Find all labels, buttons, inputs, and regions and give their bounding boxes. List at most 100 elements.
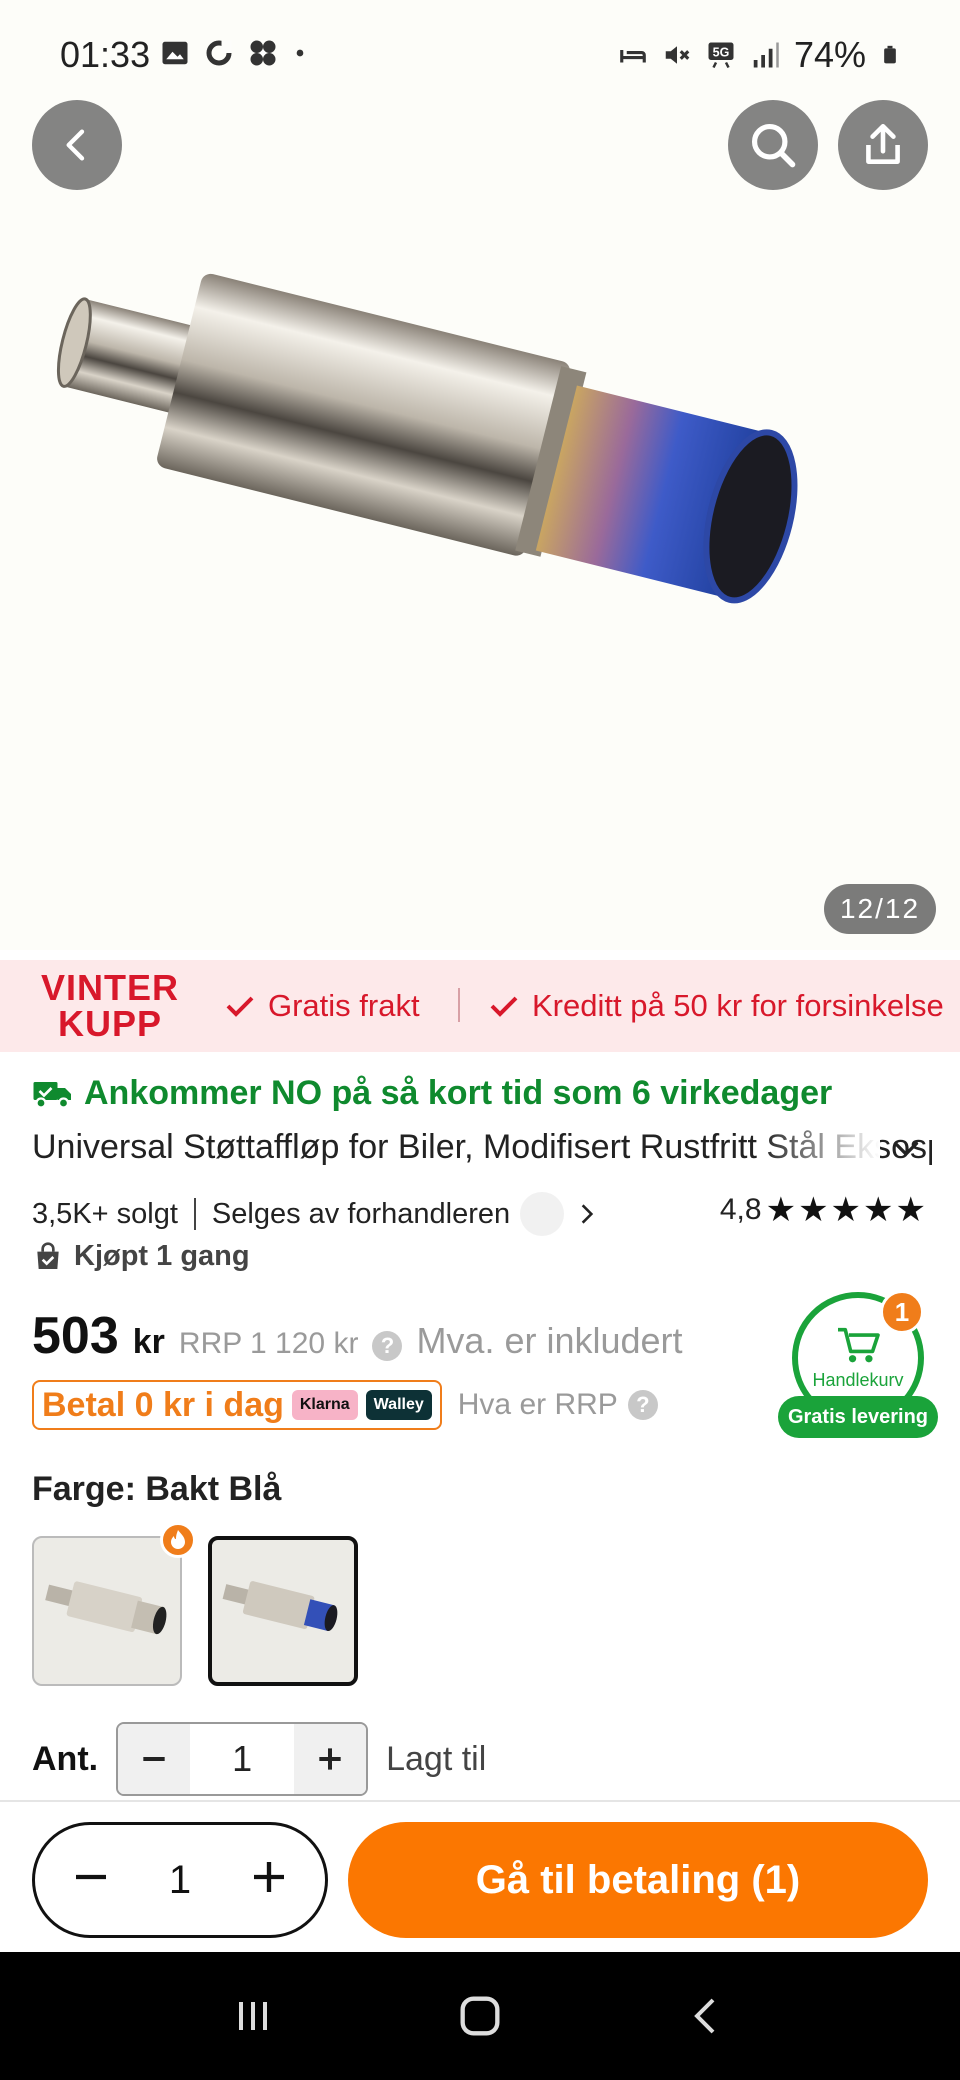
search-button[interactable] [728, 100, 818, 190]
chevron-right-icon [581, 1204, 594, 1224]
back-button[interactable] [32, 100, 122, 190]
quantity-row: Ant. 1 Lagt til [32, 1722, 486, 1796]
fire-icon [160, 1522, 196, 1558]
pay-today-text: Betal 0 kr i dag [42, 1385, 284, 1424]
image-counter: 12/12 [824, 884, 936, 934]
recents-icon [238, 2002, 267, 2030]
price-row: 503 kr RRP 1 120 kr ? Mva. er inkludert [32, 1306, 683, 1366]
status-icons-right: 5G 74% [618, 34, 900, 76]
quantity-label: Ant. [32, 1739, 99, 1778]
product-image [56, 273, 798, 604]
seller-label: Selges av forhandleren [211, 1197, 511, 1230]
5g-icon: 5G [708, 42, 734, 69]
status-time: 01:33 [60, 34, 151, 75]
vat-note: Mva. er inkludert [416, 1320, 683, 1361]
swatch-image [222, 1581, 338, 1632]
minus-icon [143, 1757, 165, 1761]
back-arrow-icon [694, 1998, 715, 2034]
quantity-value[interactable]: 1 [190, 1738, 294, 1780]
rating-value: 4,8 [719, 1193, 762, 1226]
shopping-bag-icon [37, 1241, 59, 1269]
home-icon [460, 1996, 500, 2036]
klarna-logo: Klarna [291, 1390, 358, 1420]
minus-icon [76, 1874, 106, 1880]
checkmark-icon [490, 996, 518, 1017]
meta-divider [193, 1198, 196, 1230]
rrp-help-text: Hva er RRP [457, 1388, 618, 1421]
pay-later-badge[interactable]: Betal 0 kr i dag Klarna Walley [32, 1380, 442, 1430]
plus-icon [254, 1862, 284, 1892]
free-delivery-badge: Gratis levering [778, 1396, 938, 1438]
promo-credit-label: Kreditt på 50 kr for forsinkelse [532, 988, 944, 1023]
swatch-image [45, 1581, 167, 1635]
dot-icon [296, 49, 304, 57]
sync-icon [206, 40, 232, 66]
color-swatch-baked-blue[interactable] [208, 1536, 358, 1686]
title-fade [760, 1128, 880, 1174]
delivery-text: Ankommer NO på så kort tid som 6 virkeda… [84, 1074, 833, 1112]
price-currency: kr [132, 1323, 165, 1361]
checkout-button[interactable]: Gå til betaling (1) [348, 1822, 928, 1938]
mute-icon [665, 46, 690, 64]
sold-count: 3,5K+ solgt [32, 1197, 178, 1230]
chevron-down-icon [893, 1141, 919, 1157]
color-swatch-silver[interactable] [32, 1536, 182, 1686]
status-bar: 01:33 5G 74% [0, 0, 960, 100]
promo-free-shipping-label: Gratis frakt [268, 988, 420, 1023]
cart-quantity-stepper[interactable]: 1 [32, 1822, 328, 1938]
battery-icon [884, 45, 896, 64]
cart-decrease-button[interactable] [71, 1854, 111, 1906]
rating[interactable]: 4,8 ★★★★★ [720, 1190, 928, 1230]
price-value: 503 [32, 1307, 119, 1365]
search-icon [751, 123, 796, 168]
image-icon [162, 41, 188, 65]
promo-banner[interactable]: VINTER KUPP Gratis frakt Kreditt på 50 k… [0, 960, 960, 1052]
signal-icon [753, 42, 779, 68]
cart-count-badge: 1 [880, 1290, 924, 1334]
increase-button[interactable] [294, 1724, 367, 1794]
checkmark-icon [226, 996, 254, 1017]
logo-line-1: VINTER [40, 967, 179, 1008]
svg-text:5G: 5G [713, 45, 730, 59]
question-icon: ? [627, 1390, 658, 1420]
seller-link[interactable]: Selges av forhandleren [212, 1192, 600, 1236]
system-nav-bar [0, 1952, 960, 2080]
rrp-info-icon[interactable]: ? [372, 1331, 403, 1361]
share-button[interactable] [838, 100, 928, 190]
plus-icon [319, 1748, 341, 1770]
cart-increase-button[interactable] [249, 1854, 289, 1906]
promo-credit: Kreditt på 50 kr for forsinkelse [488, 988, 944, 1024]
cart-label: Handlekurv [812, 1369, 904, 1390]
share-icon [866, 123, 900, 164]
cart-icon [838, 1327, 880, 1362]
chevron-left-icon [66, 129, 85, 161]
vinter-kupp-logo: VINTER KUPP [30, 970, 190, 1042]
star-rating-icon: ★★★★★ [765, 1191, 928, 1229]
color-label: Farge: Bakt Blå [32, 1470, 282, 1508]
promo-divider [458, 988, 460, 1022]
pay-row: Betal 0 kr i dag Klarna Walley Hva er RR… [32, 1380, 658, 1430]
cart-widget[interactable]: Handlekurv 1 Gratis levering [778, 1290, 938, 1438]
expand-title-button[interactable] [888, 1130, 924, 1171]
logo-line-2: KUPP [57, 1003, 163, 1044]
added-status: Lagt til [386, 1739, 487, 1778]
home-button[interactable] [454, 1990, 506, 2042]
walley-logo: Walley [365, 1390, 432, 1420]
bought-text: Kjøpt 1 gang [74, 1240, 250, 1272]
promo-free-shipping: Gratis frakt [224, 988, 420, 1024]
truck-icon [33, 1081, 71, 1109]
decrease-button[interactable] [118, 1724, 191, 1794]
meta-row: 3,5K+ solgt Selges av forhandleren [32, 1192, 600, 1236]
battery-percent: 74% [793, 34, 866, 75]
bottom-action-bar: 1 Gå til betaling (1) [0, 1800, 960, 1952]
status-icons-left [160, 38, 308, 68]
rrp-price: RRP 1 120 kr [178, 1327, 359, 1360]
rrp-help-link[interactable]: Hva er RRP ? [458, 1388, 658, 1422]
sleep-icon [620, 50, 646, 63]
system-back-button[interactable] [683, 1992, 731, 2040]
quantity-stepper[interactable]: 1 [116, 1722, 369, 1796]
bought-info: Kjøpt 1 gang [32, 1240, 250, 1273]
delivery-info: Ankommer NO på så kort tid som 6 virkeda… [32, 1074, 832, 1113]
seller-avatar [520, 1192, 565, 1236]
recents-button[interactable] [229, 1992, 277, 2040]
